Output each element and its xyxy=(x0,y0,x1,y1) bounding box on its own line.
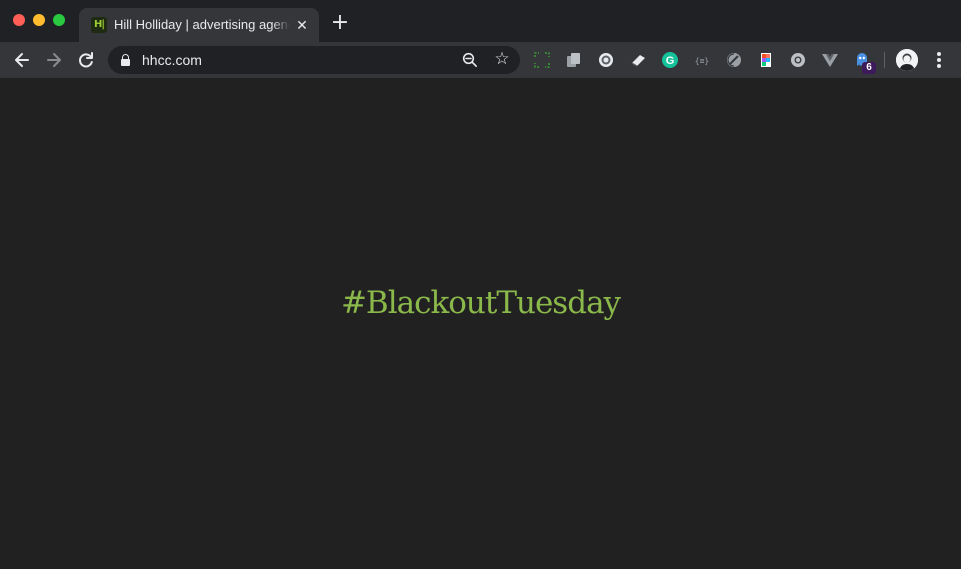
grammarly-icon[interactable]: G xyxy=(661,51,679,69)
toolbar: hhcc.com ☆ G {≡} 6 xyxy=(0,42,961,78)
record-icon[interactable] xyxy=(597,51,615,69)
avatar-icon xyxy=(896,49,918,71)
docs-icon[interactable] xyxy=(565,51,583,69)
eraser-icon[interactable] xyxy=(629,51,647,69)
bookmark-star-icon[interactable]: ☆ xyxy=(492,49,512,69)
zoom-out-icon[interactable] xyxy=(462,52,478,68)
chrome-icon[interactable] xyxy=(789,51,807,69)
favicon-icon: H| xyxy=(91,17,107,33)
lock-icon[interactable] xyxy=(121,54,130,66)
back-button[interactable] xyxy=(9,47,35,73)
svg-text:G: G xyxy=(666,55,675,67)
reload-icon xyxy=(79,52,93,68)
blackout-tuesday-headline: #BlackoutTuesday xyxy=(340,285,621,321)
tab-active[interactable]: H| Hill Holliday | advertising agency ✕ xyxy=(79,8,319,42)
reload-button[interactable] xyxy=(73,47,99,73)
page-content: #BlackoutTuesday xyxy=(0,78,961,569)
figma-icon[interactable] xyxy=(757,51,775,69)
screenshot-icon[interactable] xyxy=(533,51,551,69)
tab-title: Hill Holliday | advertising agency xyxy=(114,17,290,35)
window-minimize-button[interactable] xyxy=(33,14,45,26)
arrow-right-icon xyxy=(47,53,61,67)
ghostery-badge: 6 xyxy=(862,62,876,74)
address-bar[interactable]: hhcc.com ☆ xyxy=(108,46,520,74)
arrow-left-icon xyxy=(15,53,29,67)
url-text[interactable]: hhcc.com xyxy=(142,52,202,68)
browser-window: H| Hill Holliday | advertising agency ✕ … xyxy=(0,0,961,569)
new-tab-button[interactable]: + xyxy=(329,12,351,35)
vue-icon[interactable] xyxy=(821,51,839,69)
json-icon[interactable]: {≡} xyxy=(693,51,711,69)
window-close-button[interactable] xyxy=(13,14,25,26)
tab-close-icon[interactable]: ✕ xyxy=(293,16,311,34)
svg-text:{≡}: {≡} xyxy=(695,57,709,66)
more-menu-icon[interactable] xyxy=(930,50,948,70)
window-maximize-button[interactable] xyxy=(53,14,65,26)
shield-icon[interactable] xyxy=(725,51,743,69)
profile-avatar[interactable] xyxy=(896,49,918,71)
tab-strip: H| Hill Holliday | advertising agency ✕ … xyxy=(0,0,961,42)
forward-button[interactable] xyxy=(41,47,67,73)
toolbar-separator xyxy=(884,52,885,68)
